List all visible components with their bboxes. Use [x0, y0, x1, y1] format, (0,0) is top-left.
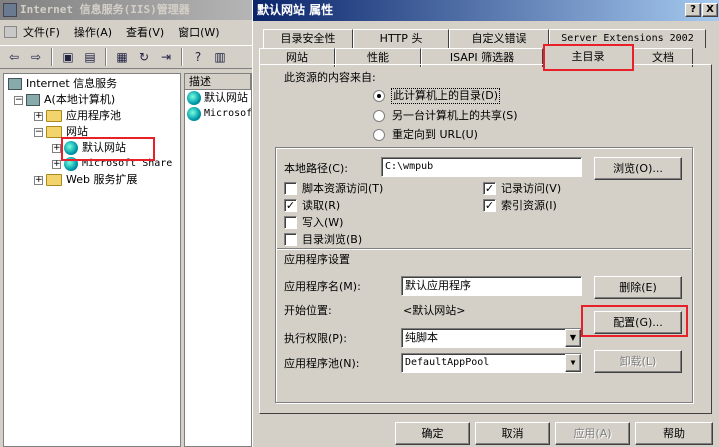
exec-permissions-label: 执行权限(P):	[284, 332, 347, 345]
menu-window[interactable]: 窗口(W)	[178, 24, 219, 40]
collapse-icon[interactable]: −	[14, 95, 23, 105]
help-icon[interactable]: ?	[188, 48, 208, 66]
tree-item-computer[interactable]: − A(本地计算机)	[14, 92, 115, 108]
toolbar-separator	[181, 48, 183, 66]
collapse-icon[interactable]: −	[34, 127, 43, 137]
help-title-button[interactable]: ?	[685, 3, 701, 17]
column-header-description[interactable]: 描述	[185, 74, 251, 90]
folder-icon	[46, 110, 62, 122]
radio-local-directory-label[interactable]: 此计算机上的目录(D)	[390, 88, 501, 104]
folder-icon	[46, 126, 62, 138]
dialog-title: 默认网站 属性	[257, 3, 334, 17]
refresh-icon[interactable]: ↻	[134, 48, 154, 66]
tab-panel-home-directory: 此资源的内容来自: 此计算机上的目录(D) 另一台计算机上的共享(S) 重定向到…	[259, 64, 712, 414]
app-pool-label: 应用程序池(N):	[284, 357, 360, 370]
radio-network-share-label[interactable]: 另一台计算机上的共享(S)	[392, 109, 518, 123]
browse-button[interactable]: 浏览(O)...	[594, 157, 682, 180]
radio-local-directory[interactable]	[373, 90, 385, 102]
tab-custom-errors[interactable]: 自定义错误	[449, 29, 549, 48]
website-globe-icon	[187, 107, 201, 121]
radio-redirect-url-label[interactable]: 重定向到 URL(U)	[392, 128, 478, 142]
toolbar-separator	[51, 48, 53, 66]
expand-icon[interactable]: +	[52, 143, 61, 153]
checkbox-write-label[interactable]: 写入(W)	[302, 216, 343, 230]
expand-icon[interactable]: +	[34, 111, 43, 121]
tree-item-web-ext[interactable]: + Web 服务扩展	[34, 172, 137, 188]
menu-bar: 文件(F) 操作(A) 查看(V) 窗口(W)	[0, 22, 252, 42]
checkbox-script-access[interactable]	[284, 182, 297, 195]
toolbar: ⇦ ⇨ ▣ ▤ ▦ ↻ ⇥ ? ▥	[0, 45, 252, 69]
help-button[interactable]: 帮助	[635, 422, 713, 445]
apply-button: 应用(A)	[555, 422, 630, 445]
close-title-button[interactable]: X	[702, 3, 718, 17]
detail-list[interactable]: 描述 默认网站 Microsof	[184, 73, 252, 447]
highlight-box-default-site	[61, 137, 155, 161]
tree-item-app-pools[interactable]: + 应用程序池	[34, 108, 121, 124]
show-tree-icon[interactable]: ▤	[80, 48, 100, 66]
checkbox-log-visits[interactable]: ✓	[483, 182, 496, 195]
checkbox-directory-browsing[interactable]	[284, 233, 297, 246]
menu-file[interactable]: 文件(F)	[4, 24, 60, 40]
cancel-button[interactable]: 取消	[475, 422, 550, 445]
expand-icon[interactable]: +	[52, 159, 61, 169]
local-path-label: 本地路径(C):	[284, 162, 348, 175]
checkbox-index-resource-label[interactable]: 索引资源(I)	[501, 199, 557, 213]
checkbox-read[interactable]: ✓	[284, 199, 297, 212]
export-list-icon[interactable]: ⇥	[156, 48, 176, 66]
up-folder-icon[interactable]: ▣	[58, 48, 78, 66]
checkbox-write[interactable]	[284, 216, 297, 229]
console-icon[interactable]: ▥	[210, 48, 230, 66]
app-name-input[interactable]: 默认应用程序	[401, 276, 582, 296]
expand-icon[interactable]: +	[34, 175, 43, 185]
ok-button[interactable]: 确定	[395, 422, 470, 445]
highlight-box-home-tab	[543, 44, 634, 71]
app-settings-label: 应用程序设置	[284, 253, 350, 266]
start-point-label: 开始位置:	[284, 304, 332, 317]
checkbox-directory-browsing-label[interactable]: 目录浏览(B)	[302, 233, 362, 247]
remove-button[interactable]: 删除(E)	[594, 276, 682, 299]
forward-arrow-icon[interactable]: ⇨	[26, 48, 46, 66]
iis-title-bar[interactable]: Internet 信息服务(IIS)管理器	[0, 0, 252, 20]
content-source-label: 此资源的内容来自:	[284, 71, 376, 84]
properties-dialog: 默认网站 属性 ? X 目录安全性 HTTP 头 自定义错误 Server Ex…	[252, 0, 719, 447]
checkbox-read-label[interactable]: 读取(R)	[302, 199, 340, 213]
exec-permissions-select[interactable]: 纯脚本 ▼	[401, 328, 582, 348]
iis-app-icon	[3, 3, 17, 17]
app-pool-select[interactable]: DefaultAppPool ▼	[401, 353, 582, 373]
start-point-value: <默认网站>	[403, 304, 466, 317]
tree-view[interactable]: Internet 信息服务 − A(本地计算机) + 应用程序池 − 网站 + 默认网站…	[3, 73, 181, 447]
tab-http-headers[interactable]: HTTP 头	[353, 29, 449, 48]
list-item[interactable]: 默认网站	[185, 90, 251, 106]
radio-redirect-url[interactable]	[373, 129, 385, 141]
computer-icon	[26, 94, 40, 106]
highlight-box-configure	[581, 305, 688, 337]
checkbox-index-resource[interactable]: ✓	[483, 199, 496, 212]
menu-view[interactable]: 查看(V)	[126, 24, 164, 40]
file-menu-icon	[4, 26, 17, 38]
list-item[interactable]: Microsof	[185, 106, 251, 122]
tab-directory-security[interactable]: 目录安全性	[263, 29, 353, 48]
unload-button: 卸载(L)	[594, 350, 682, 373]
iis-manager-window: Internet 信息服务(IIS)管理器 文件(F) 操作(A) 查看(V) …	[0, 0, 252, 447]
folder-icon	[46, 174, 62, 186]
divider	[277, 248, 691, 250]
chevron-down-icon[interactable]: ▼	[565, 354, 581, 372]
back-arrow-icon[interactable]: ⇦	[4, 48, 24, 66]
tree-item-root[interactable]: Internet 信息服务	[8, 76, 117, 92]
menu-action[interactable]: 操作(A)	[74, 24, 112, 40]
dialog-title-bar[interactable]: 默认网站 属性 ? X	[253, 0, 719, 21]
properties-icon[interactable]: ▦	[112, 48, 132, 66]
chevron-down-icon[interactable]: ▼	[565, 329, 581, 347]
local-path-input[interactable]: C:\wmpub	[381, 157, 582, 177]
app-name-label: 应用程序名(M):	[284, 280, 361, 293]
website-globe-icon	[187, 91, 201, 105]
checkbox-script-access-label[interactable]: 脚本资源访问(T)	[302, 182, 383, 196]
iis-title-text: Internet 信息服务(IIS)管理器	[20, 3, 190, 16]
toolbar-separator	[105, 48, 107, 66]
iis-root-icon	[8, 78, 22, 90]
checkbox-log-visits-label[interactable]: 记录访问(V)	[501, 182, 561, 196]
radio-network-share[interactable]	[373, 110, 385, 122]
